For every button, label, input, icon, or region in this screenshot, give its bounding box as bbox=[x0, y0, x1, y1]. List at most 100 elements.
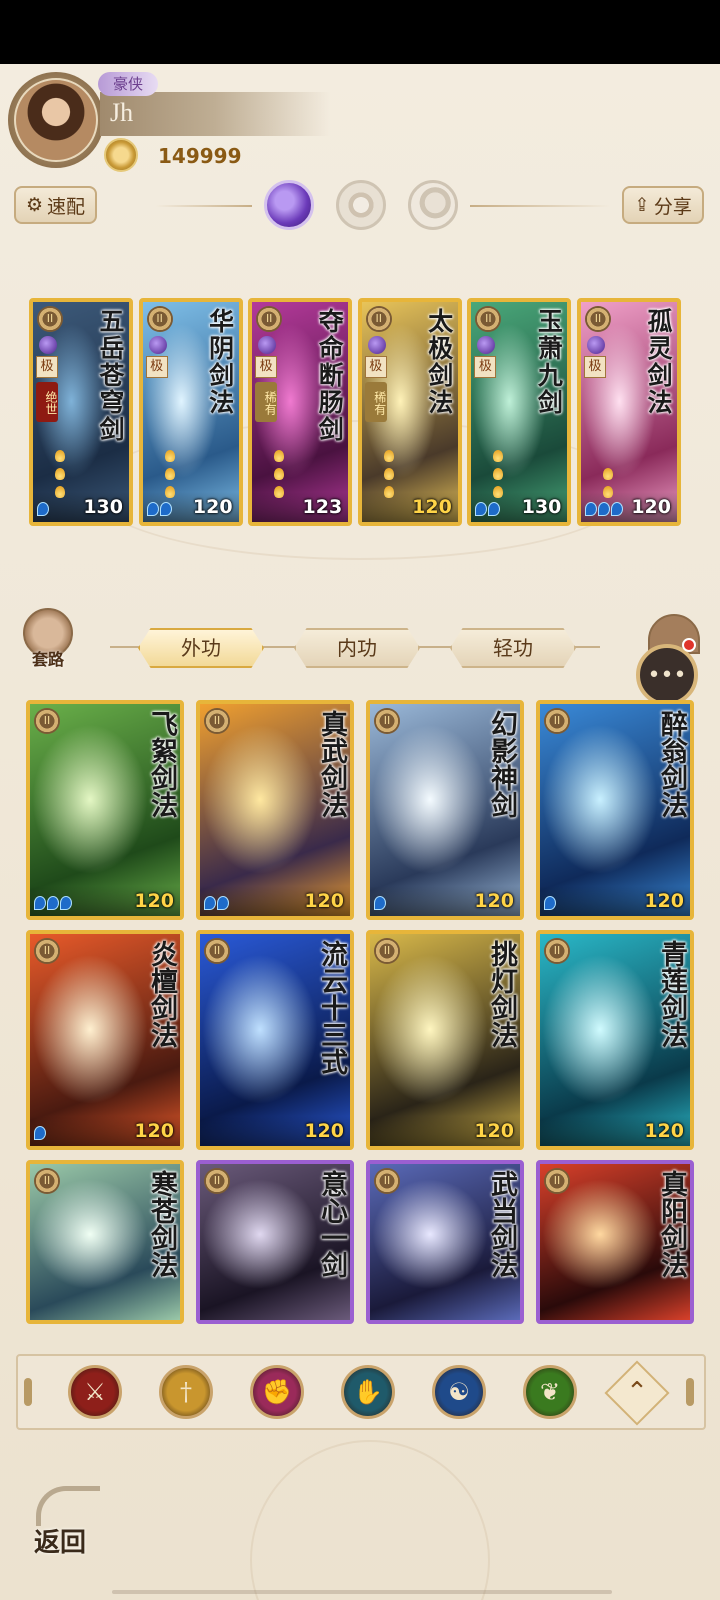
star-pips bbox=[37, 502, 49, 516]
star-pips bbox=[374, 896, 386, 910]
skill-name: 玉萧九剑 bbox=[534, 308, 564, 416]
skill-name: 幻影神剑 bbox=[486, 710, 517, 818]
tier-badge-icon: II bbox=[374, 938, 400, 964]
home-indicator bbox=[112, 1590, 612, 1594]
star-pips bbox=[544, 896, 556, 910]
blade-school-icon[interactable]: † bbox=[159, 1365, 213, 1419]
skill-card[interactable]: II 意心一剑 bbox=[196, 1160, 354, 1324]
flame-icon bbox=[274, 468, 285, 480]
flame-icon bbox=[603, 486, 613, 498]
fist-school-icon[interactable]: ✊ bbox=[250, 1365, 304, 1419]
tab-agility[interactable]: 轻功 bbox=[450, 628, 576, 668]
back-arrow-icon bbox=[36, 1486, 100, 1526]
avatar[interactable] bbox=[14, 78, 98, 162]
tier-badge-icon: II bbox=[256, 306, 283, 332]
moon-orb-icon bbox=[587, 336, 605, 354]
palm-school-icon[interactable]: ✋ bbox=[341, 1365, 395, 1419]
water-drop-icon bbox=[585, 502, 597, 516]
grade-tag: 极 bbox=[584, 356, 606, 378]
equipped-skill-card[interactable]: II 极 华阴剑法 120 bbox=[138, 298, 243, 526]
quick-config-button[interactable]: ⚙ 速配 bbox=[14, 186, 98, 224]
skill-card[interactable]: II 寒苍剑法 bbox=[26, 1160, 184, 1324]
chevron-up-icon: ⌃ bbox=[626, 1377, 648, 1407]
sun-orb-tab[interactable] bbox=[336, 180, 386, 230]
share-button[interactable]: ⇪ 分享 bbox=[622, 186, 704, 224]
skill-name: 意心一剑 bbox=[316, 1170, 347, 1278]
skill-level: 123 bbox=[302, 496, 343, 518]
skill-level: 120 bbox=[474, 1120, 514, 1142]
avatar-frame[interactable] bbox=[8, 72, 104, 168]
star-pips bbox=[146, 502, 172, 516]
skill-level: 120 bbox=[134, 1120, 174, 1142]
eclipse-orb-tab[interactable] bbox=[408, 180, 458, 230]
water-drop-icon bbox=[475, 502, 488, 516]
star-pips bbox=[34, 1126, 46, 1140]
water-drop-icon bbox=[488, 502, 501, 516]
skill-card[interactable]: II 真阳剑法 bbox=[536, 1160, 694, 1324]
grade-tag: 极 bbox=[145, 356, 168, 378]
taiji-school-icon[interactable]: ☯ bbox=[432, 1365, 486, 1419]
share-label: 分享 bbox=[653, 195, 692, 218]
water-drop-icon bbox=[159, 502, 172, 516]
flame-icon bbox=[55, 486, 65, 498]
tab-external[interactable]: 外功 bbox=[138, 628, 264, 668]
flame-icon bbox=[383, 486, 394, 498]
star-pips bbox=[204, 896, 229, 910]
skill-card[interactable]: II 飞絮剑法 120 bbox=[26, 700, 184, 920]
tab-label: 轻功 bbox=[493, 636, 533, 660]
sword-school-icon[interactable]: ⚔ bbox=[68, 1365, 122, 1419]
gear-icon: ⚙ bbox=[26, 194, 44, 216]
star-pips bbox=[585, 502, 623, 516]
skill-name: 五岳苍穹剑 bbox=[96, 308, 125, 443]
skill-level: 120 bbox=[192, 496, 233, 518]
tier-badge-icon: II bbox=[204, 938, 230, 964]
combat-power-value: 149999 bbox=[158, 144, 242, 168]
skill-card[interactable]: II 幻影神剑 120 bbox=[366, 700, 524, 920]
tier-badge-icon: II bbox=[34, 1168, 60, 1194]
chat-button[interactable]: ••• bbox=[636, 644, 698, 706]
rank-tag: 绝世 bbox=[36, 382, 58, 422]
skill-name: 武当剑法 bbox=[486, 1170, 517, 1278]
skill-level: 120 bbox=[474, 890, 514, 912]
tier-badge-icon: II bbox=[37, 306, 63, 332]
skill-name: 寒苍剑法 bbox=[146, 1170, 177, 1278]
tier-badge-icon: II bbox=[204, 1168, 230, 1194]
flame-icon bbox=[274, 450, 285, 462]
skill-level: 120 bbox=[304, 1120, 344, 1142]
tab-internal[interactable]: 内功 bbox=[294, 628, 420, 668]
water-drop-icon bbox=[146, 502, 159, 516]
tier-badge-icon: II bbox=[146, 306, 173, 332]
skill-card[interactable]: II 炎檀剑法 120 bbox=[26, 930, 184, 1150]
back-button[interactable]: 返回 bbox=[26, 1482, 106, 1562]
skill-card[interactable]: II 青莲剑法 120 bbox=[536, 930, 694, 1150]
equipped-skill-card[interactable]: II 极绝世 五岳苍穹剑 130 bbox=[29, 298, 133, 526]
skill-card[interactable]: II 挑灯剑法 120 bbox=[366, 930, 524, 1150]
skill-card[interactable]: II 真武剑法 120 bbox=[196, 700, 354, 920]
flame-icon bbox=[383, 468, 394, 480]
staff-school-icon[interactable]: ❦ bbox=[523, 1365, 577, 1419]
flame-icon bbox=[493, 486, 504, 498]
star-pips bbox=[34, 896, 72, 910]
moon-orb-tab[interactable] bbox=[264, 180, 314, 230]
skill-card[interactable]: II 醉翁剑法 120 bbox=[536, 700, 694, 920]
skill-level: 120 bbox=[412, 496, 452, 518]
grade-tag: 极 bbox=[474, 356, 497, 378]
equipped-skill-card[interactable]: II 极稀有 夺命断肠剑 123 bbox=[248, 298, 353, 526]
flame-icon bbox=[603, 468, 613, 480]
grade-tag: 极 bbox=[36, 356, 58, 378]
skill-card[interactable]: II 武当剑法 bbox=[366, 1160, 524, 1324]
name-bar bbox=[100, 92, 330, 136]
skill-name: 飞絮剑法 bbox=[146, 710, 177, 818]
skill-level: 120 bbox=[631, 496, 671, 518]
routine-button[interactable]: 套路 bbox=[20, 608, 76, 670]
equipped-skill-card[interactable]: II 极玉萧九剑 130 bbox=[467, 298, 572, 526]
flame-icon bbox=[493, 450, 504, 462]
combat-power-icon bbox=[104, 138, 138, 172]
skill-name: 夺命断肠剑 bbox=[315, 308, 345, 443]
equipped-skill-card[interactable]: II 极稀有 太极剑法 120 bbox=[357, 298, 462, 526]
water-drop-icon bbox=[34, 1126, 46, 1140]
routine-label: 套路 bbox=[31, 650, 64, 669]
skill-card[interactable]: II 流云十三式 120 bbox=[196, 930, 354, 1150]
equipped-skill-card[interactable]: II 极 孤灵剑法 120 bbox=[577, 298, 681, 526]
moon-orb-icon bbox=[367, 336, 386, 354]
